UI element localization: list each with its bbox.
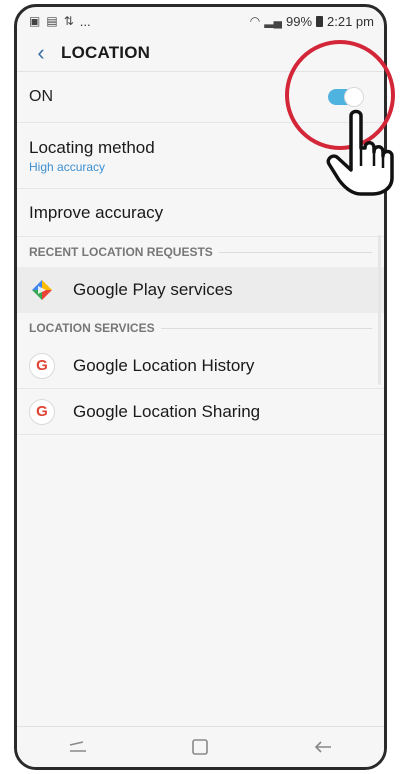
switch-label: ON xyxy=(29,88,53,105)
google-g-icon: G xyxy=(29,398,55,425)
location-services-header-label: LOCATION SERVICES xyxy=(29,321,155,335)
google-play-services-icon xyxy=(32,280,52,300)
chevron-left-icon[interactable]: ‹ xyxy=(27,42,55,64)
status-right: ◠ ▂▄ 99% 2:21 pm xyxy=(250,14,374,29)
battery-percent: 99% xyxy=(285,13,313,29)
section-divider xyxy=(218,251,372,253)
service-item-label: Google Location Sharing xyxy=(73,401,261,421)
home-icon[interactable] xyxy=(180,732,220,762)
back-icon[interactable] xyxy=(303,732,343,762)
page-title: LOCATION xyxy=(61,43,151,62)
improve-accuracy-item[interactable]: Improve accuracy xyxy=(17,189,384,237)
improve-accuracy-label: Improve accuracy xyxy=(29,202,164,222)
cell-signal-icon: ▂▄ xyxy=(264,14,282,28)
recents-icon[interactable] xyxy=(58,732,98,762)
recent-requests-header-label: RECENT LOCATION REQUESTS xyxy=(29,245,213,259)
recent-requests-header: RECENT LOCATION REQUESTS xyxy=(17,237,384,267)
status-time: 2:21 pm xyxy=(327,13,374,29)
locating-method-title: Locating method xyxy=(29,137,155,157)
status-bar: ▣ ▤ ⇅ ... ◠ ▂▄ 99% 2:21 pm xyxy=(17,7,384,35)
status-ellipsis: ... xyxy=(79,13,91,29)
signal-boost-icon: ⇅ xyxy=(63,14,74,28)
service-item-location-history[interactable]: G Google Location History xyxy=(17,343,384,389)
flipboard-icon: ▤ xyxy=(46,14,58,28)
scrollbar[interactable] xyxy=(378,235,381,385)
service-item-label: Google Location History xyxy=(73,355,255,375)
google-g-icon: G xyxy=(29,352,55,379)
app-item-google-play-services[interactable]: Google Play services xyxy=(17,267,384,313)
pointing-hand-icon xyxy=(326,109,394,196)
locating-method-value: High accuracy xyxy=(29,159,106,174)
image-icon: ▣ xyxy=(29,14,41,28)
status-left: ▣ ▤ ⇅ ... xyxy=(29,14,91,29)
battery-icon xyxy=(316,15,324,27)
location-services-header: LOCATION SERVICES xyxy=(17,313,384,343)
navigation-bar xyxy=(17,726,384,767)
section-divider xyxy=(160,327,372,329)
wifi-icon: ◠ xyxy=(249,14,261,28)
app-item-label: Google Play services xyxy=(73,280,233,299)
service-item-location-sharing[interactable]: G Google Location Sharing xyxy=(17,389,384,435)
